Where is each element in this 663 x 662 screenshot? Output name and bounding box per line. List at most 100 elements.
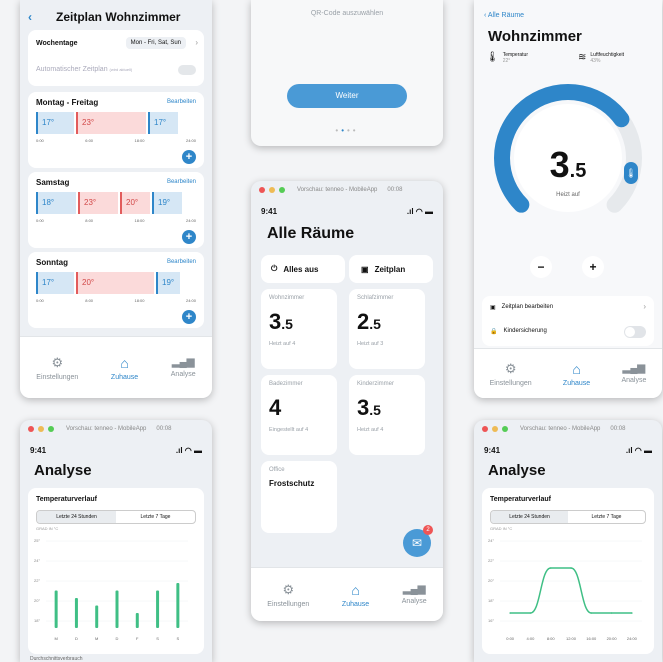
back-link[interactable]: ‹ Alle Räume: [484, 12, 524, 19]
edit-link[interactable]: Bearbeiten: [167, 259, 196, 265]
slot[interactable]: 18°: [36, 192, 76, 214]
maximize-dot[interactable]: [502, 426, 508, 432]
range-selector[interactable]: Letzte 24 Stunden Letzte 7 Tage: [490, 510, 646, 524]
auto-schedule-toggle[interactable]: [178, 65, 196, 75]
child-lock-row: 🔒 Kindersicherung: [490, 328, 547, 335]
close-dot[interactable]: [482, 426, 488, 432]
footer-label: Durchschnittsverbrauch: [30, 656, 83, 662]
tick-label: 24:00: [185, 298, 196, 303]
slot[interactable]: 17°: [36, 272, 74, 294]
decrease-button[interactable]: −: [530, 256, 552, 278]
minimize-dot[interactable]: [492, 426, 498, 432]
tab-analysis[interactable]: ▂▄▆ Analyse: [402, 584, 427, 605]
range-24h[interactable]: Letzte 24 Stunden: [491, 511, 568, 523]
page-title: Analyse: [488, 462, 546, 479]
slot[interactable]: 23°: [78, 192, 118, 214]
slot[interactable]: 20°: [120, 192, 150, 214]
slot[interactable]: 19°: [152, 192, 182, 214]
dial-handle[interactable]: 🌡: [624, 162, 638, 184]
weekdays-value[interactable]: Mon - Fri, Sat, Sun: [125, 37, 186, 49]
maximize-dot[interactable]: [48, 426, 54, 432]
row-label: Zeitplan bearbeiten: [501, 304, 554, 310]
tick-label: 6:00: [85, 138, 94, 143]
tick-label: 18:00: [134, 138, 145, 143]
tab-settings[interactable]: ⚙ Einstellungen: [490, 361, 532, 387]
room-card-bathroom[interactable]: Badezimmer 4 Eingestellt auf 4: [261, 375, 337, 455]
next-button[interactable]: Weiter: [287, 84, 407, 108]
tab-settings[interactable]: ⚙ Einstellungen: [36, 355, 78, 381]
close-dot[interactable]: [259, 187, 265, 193]
y-tick-label: 22°: [488, 558, 494, 563]
room-card-kids[interactable]: Kinderzimmer 3.5 Heizt auf 4: [349, 375, 425, 455]
range-7d[interactable]: Letzte 7 Tage: [116, 511, 195, 523]
add-slot-button[interactable]: +: [182, 150, 196, 164]
tab-settings[interactable]: ⚙ Einstellungen: [267, 582, 309, 608]
window-titlebar: Vorschau: tenneo - MobileApp 00:08: [251, 181, 443, 199]
temperature-chart-card: Temperaturverlauf Letzte 24 Stunden Letzt…: [28, 488, 204, 654]
edit-link[interactable]: Bearbeiten: [167, 99, 196, 105]
unit-label: GRAD IN °C: [36, 526, 59, 531]
bar-chart-icon: ▂▄▆: [622, 363, 646, 374]
schedule-screen: ‹ Zeitplan Wohnzimmer Wochentage Mon - F…: [20, 0, 212, 398]
room-card-office[interactable]: Office Frostschutz: [261, 461, 337, 533]
room-status: Eingestellt auf 4: [269, 427, 309, 433]
tab-home[interactable]: ⌂ Zuhause: [563, 361, 590, 387]
mail-icon: ✉: [411, 536, 423, 550]
analysis-screen-daily: Vorschau: tenneo - MobileApp 00:08 9:41 .ı…: [474, 420, 662, 662]
tab-home[interactable]: ⌂ Zuhause: [111, 355, 138, 381]
room-card-bedroom[interactable]: Schlafzimmer 2.5 Heizt auf 3: [349, 289, 425, 369]
slot[interactable]: 19°: [156, 272, 180, 294]
tick-label: 24:00: [185, 218, 196, 223]
room-temp-dec: .5: [281, 316, 293, 332]
weekdays-label: Wochentage: [36, 40, 78, 47]
tab-analysis[interactable]: ▂▄▆ Analyse: [171, 357, 196, 378]
slot[interactable]: 17°: [148, 112, 178, 134]
gear-icon: ⚙: [282, 581, 295, 597]
room-temp-dec: .5: [369, 402, 381, 418]
row-label: Kindersicherung: [503, 328, 547, 334]
tab-label: Einstellungen: [36, 373, 79, 381]
schedule-block-sunday: Sonntag Bearbeiten 17° 20° 19° 0:00 8:00 1…: [28, 252, 204, 328]
maximize-dot[interactable]: [279, 187, 285, 193]
tab-label: Analyse: [401, 598, 427, 605]
room-name: Wohnzimmer: [269, 295, 305, 301]
child-lock-toggle[interactable]: [624, 326, 646, 338]
bar: [156, 590, 160, 628]
minimize-dot[interactable]: [38, 426, 44, 432]
room-temp: 3.5: [269, 309, 329, 335]
minimize-dot[interactable]: [269, 187, 275, 193]
slot[interactable]: 23°: [76, 112, 146, 134]
weekdays-card[interactable]: Wochentage Mon - Fri, Sat, Sun › Automat…: [28, 30, 204, 86]
slot[interactable]: 17°: [36, 112, 74, 134]
data-point: [549, 567, 552, 569]
all-off-button[interactable]: ⏻ Alles aus: [261, 255, 345, 283]
slot[interactable]: 20°: [76, 272, 154, 294]
edit-link[interactable]: Bearbeiten: [167, 179, 196, 185]
tab-home[interactable]: ⌂ Zuhause: [342, 582, 369, 608]
signal-wifi-battery-icon: .ıl ◠ ▬: [625, 446, 652, 455]
tick-label: 0:00: [36, 298, 44, 303]
increase-button[interactable]: +: [582, 256, 604, 278]
bar-chart-icon: ▂▄▆: [171, 357, 195, 368]
add-slot-button[interactable]: +: [182, 230, 196, 244]
room-temp-int: 3: [269, 309, 282, 334]
range-selector[interactable]: Letzte 24 Stunden Letzte 7 Tage: [36, 510, 196, 524]
bar: [176, 583, 180, 628]
tab-label: Analyse: [621, 377, 647, 384]
room-name: Schlafzimmer: [357, 295, 394, 301]
edit-schedule-row[interactable]: ▣ Zeitplan bearbeiten: [490, 304, 553, 311]
schedule-button[interactable]: ▣ Zeitplan: [349, 255, 433, 283]
chart-title: Temperaturverlauf: [490, 496, 551, 503]
tab-analysis[interactable]: ▂▄▆ Analyse: [621, 363, 646, 384]
room-card-living[interactable]: Wohnzimmer 3.5 Heizt auf 4: [261, 289, 337, 369]
range-24h[interactable]: Letzte 24 Stunden: [37, 511, 116, 523]
room-status: Heizt auf 3: [357, 341, 384, 347]
close-dot[interactable]: [28, 426, 34, 432]
x-tick-label: F: [136, 636, 139, 641]
target-dec: .5: [569, 160, 587, 182]
page-title: Analyse: [34, 462, 92, 479]
range-7d[interactable]: Letzte 7 Tage: [568, 511, 645, 523]
back-chevron-icon[interactable]: ‹: [28, 10, 32, 24]
humidity-stat: ≋ Luftfeuchtigkeit 43%: [578, 52, 624, 64]
add-slot-button[interactable]: +: [182, 310, 196, 324]
